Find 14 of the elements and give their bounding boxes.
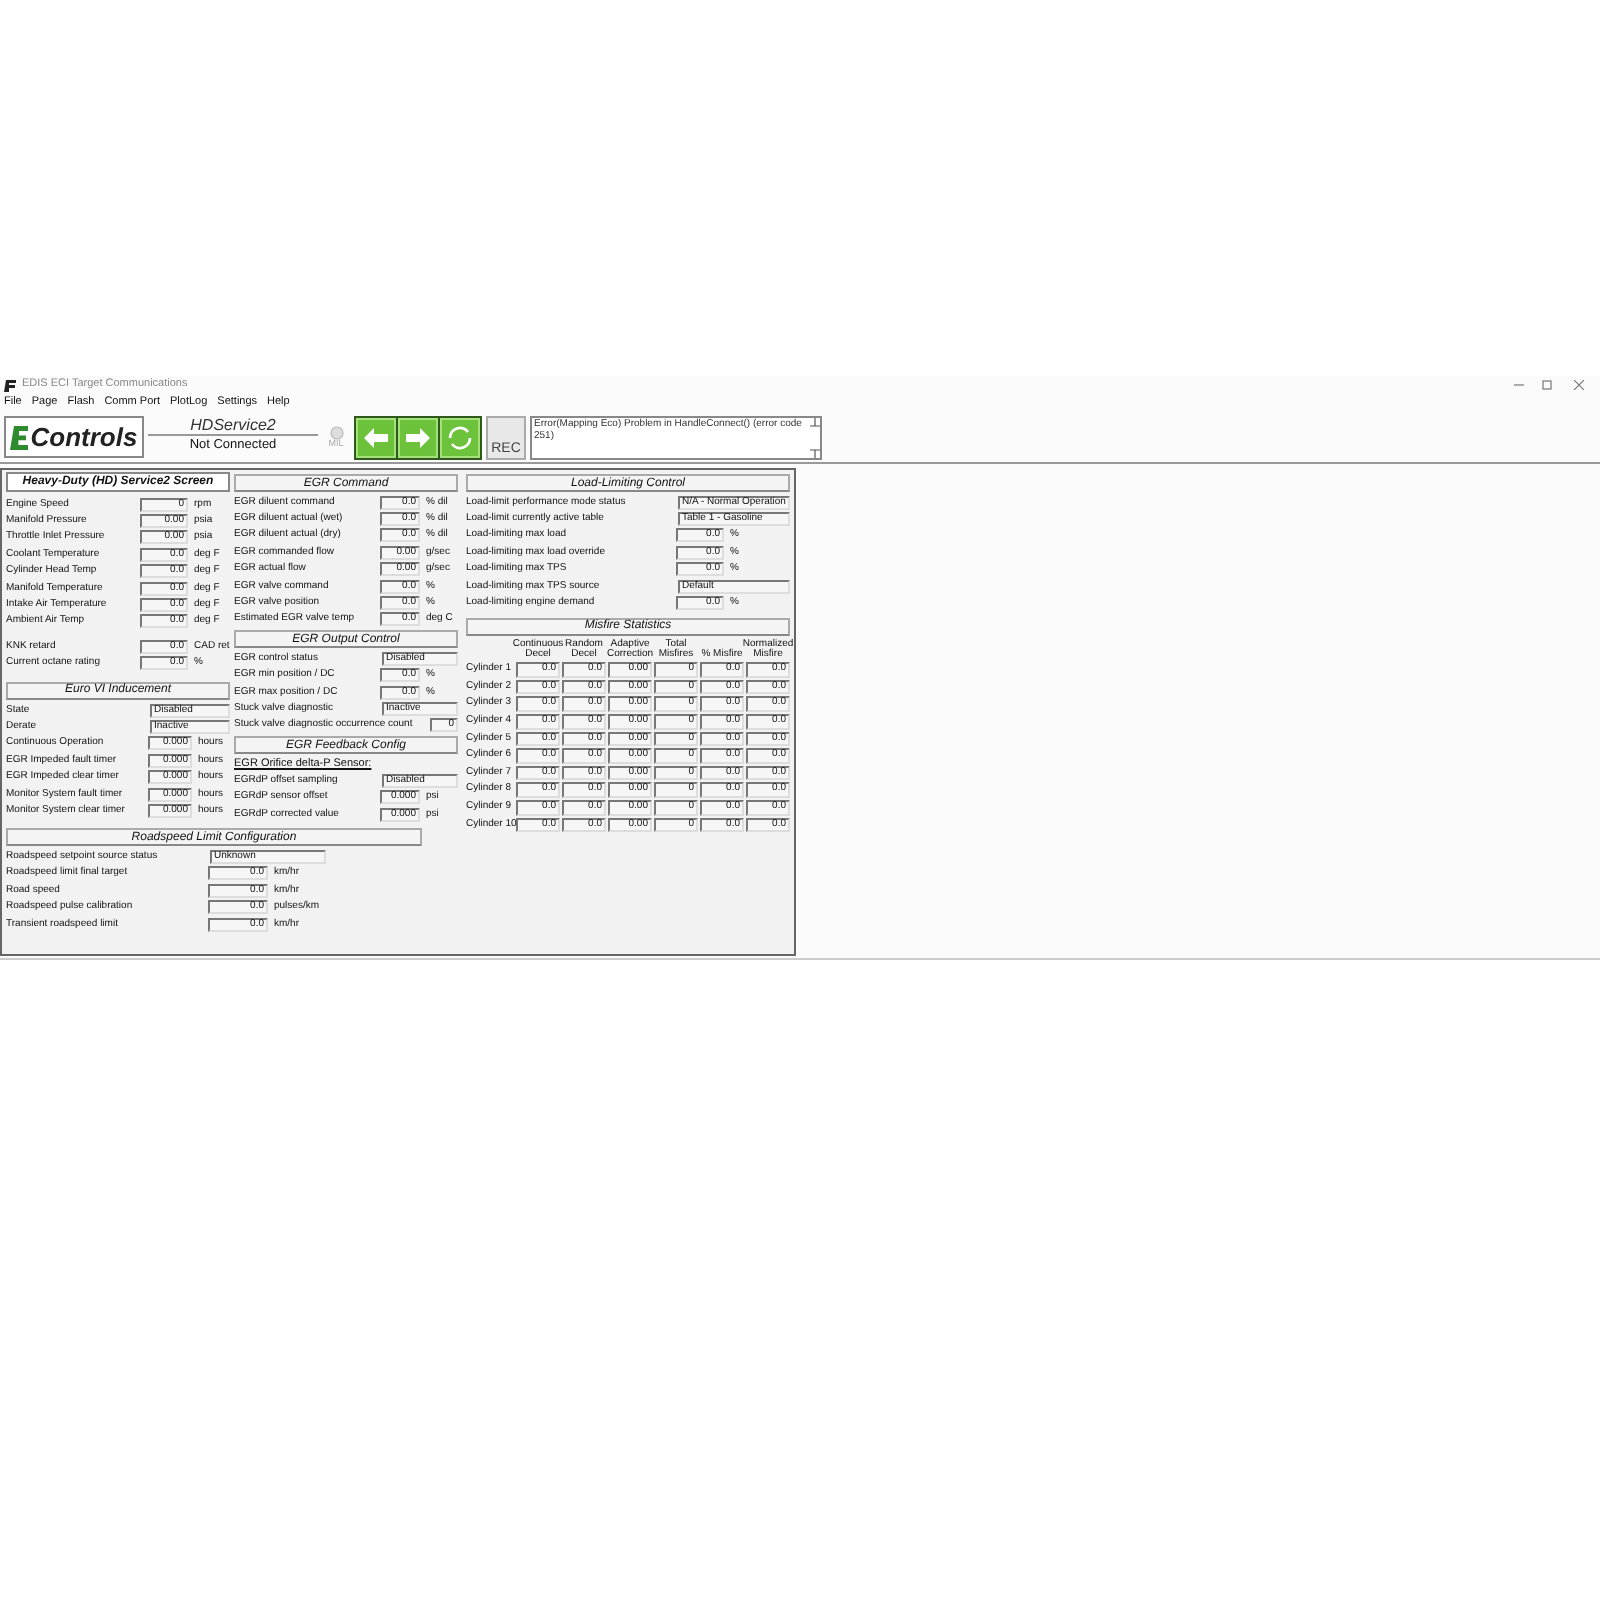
app-icon — [4, 379, 16, 391]
close-icon[interactable] — [1574, 380, 1584, 390]
page-name: HDService2 — [148, 416, 318, 436]
logo-text: Controls — [30, 424, 138, 450]
left-arrow-icon — [364, 427, 388, 447]
minimize-icon[interactable] — [1514, 380, 1524, 390]
right-arrow-icon — [406, 427, 430, 447]
maximize-icon[interactable] — [1542, 380, 1552, 390]
refresh-icon — [446, 423, 474, 451]
back-button[interactable] — [356, 417, 396, 457]
lamp-icon — [329, 425, 343, 440]
logo-mark-icon — [10, 425, 29, 449]
forward-button[interactable] — [398, 417, 438, 457]
refresh-button[interactable] — [440, 417, 480, 457]
